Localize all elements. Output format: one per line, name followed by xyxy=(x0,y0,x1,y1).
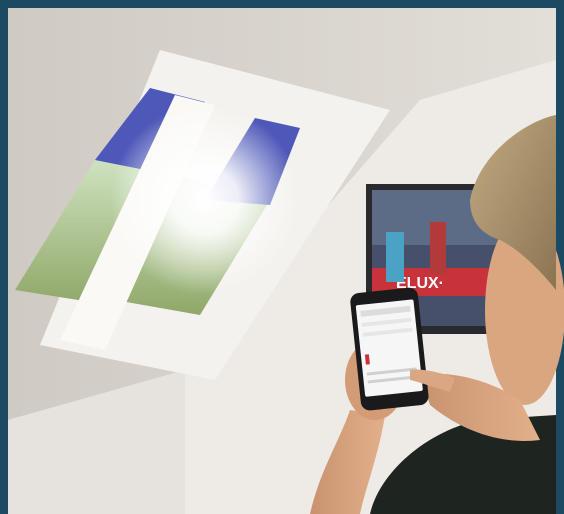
photo-scene: ELUX· xyxy=(0,0,564,514)
smartphone xyxy=(350,287,429,411)
sunlight-glare xyxy=(110,105,300,295)
